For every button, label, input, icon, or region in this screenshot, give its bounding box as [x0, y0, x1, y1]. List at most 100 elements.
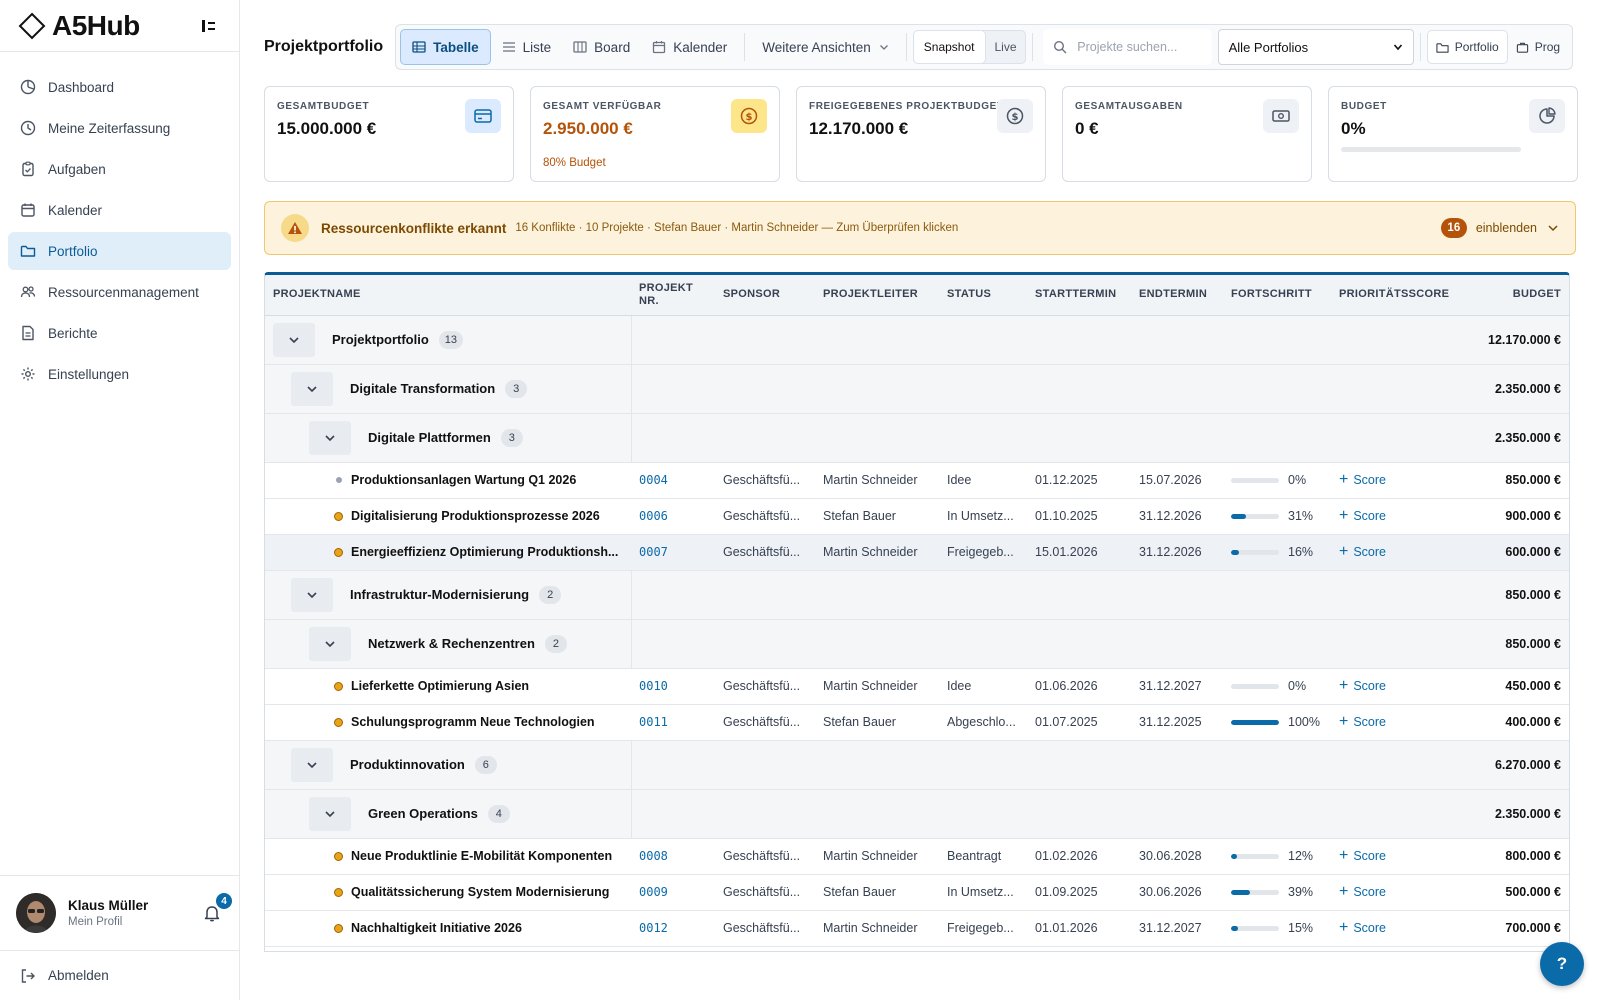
add-score-button[interactable]: + Score: [1339, 884, 1453, 900]
mode-live-button[interactable]: Live: [985, 31, 1026, 63]
column-header-fortschritt[interactable]: FORTSCHRITT: [1223, 275, 1331, 316]
column-header-starttermin[interactable]: STARTTERMIN: [1027, 275, 1131, 316]
project-nr-link[interactable]: 0004: [639, 473, 668, 487]
table-row[interactable]: Neue Produktlinie E-Mobilität Komponente…: [265, 838, 1569, 875]
group-collapse-toggle[interactable]: [291, 747, 333, 782]
group-collapse-toggle[interactable]: [309, 626, 351, 661]
project-name-cell: Digitalisierung Produktionsprozesse 2026: [265, 498, 631, 535]
sidebar-item-berichte[interactable]: Berichte: [8, 314, 231, 352]
column-header-endtermin[interactable]: ENDTERMIN: [1131, 275, 1223, 316]
sidebar-item-einstellungen[interactable]: Einstellungen: [8, 355, 231, 393]
column-header-prioritaetsscore[interactable]: PRIORITÄTSSCORE: [1331, 275, 1461, 316]
project-nr-cell[interactable]: 0010: [631, 668, 715, 705]
tab-board[interactable]: Board: [562, 29, 641, 65]
group-collapse-toggle[interactable]: [309, 420, 351, 455]
table-row[interactable]: Lieferkette Optimierung Asien 0010 Geschäf…: [265, 668, 1569, 705]
add-score-button[interactable]: + Score: [1339, 472, 1453, 488]
group-collapse-toggle[interactable]: [291, 577, 333, 612]
sidebar-item-dashboard[interactable]: Dashboard: [8, 68, 231, 106]
project-name[interactable]: Neue Produktlinie E-Mobilität Komponente…: [351, 849, 612, 863]
group-collapse-toggle[interactable]: [309, 796, 351, 831]
add-score-button[interactable]: + Score: [1339, 544, 1453, 560]
project-nr-cell[interactable]: 0004: [631, 462, 715, 499]
column-header-projekt-nr[interactable]: PROJEKT NR.: [631, 275, 715, 316]
add-score-button[interactable]: + Score: [1339, 678, 1453, 694]
project-nr-link[interactable]: 0008: [639, 849, 668, 863]
project-name[interactable]: Qualitätssicherung System Modernisierung: [351, 885, 609, 899]
project-nr-cell[interactable]: 0008: [631, 838, 715, 875]
add-score-button[interactable]: + Score: [1339, 508, 1453, 524]
sidebar-collapse-button[interactable]: [197, 14, 221, 38]
notifications-button[interactable]: 4: [200, 893, 232, 925]
sidebar-item-kalender[interactable]: Kalender: [8, 191, 231, 229]
group-collapse-toggle[interactable]: [291, 371, 333, 406]
portfolio-select[interactable]: Alle Portfolios: [1217, 29, 1414, 65]
resource-conflict-alert[interactable]: Ressourcenkonflikte erkannt 16 Konflikte…: [264, 201, 1576, 255]
add-score-button[interactable]: + Score: [1339, 920, 1453, 936]
project-name[interactable]: Lieferkette Optimierung Asien: [351, 679, 529, 693]
scope-portfolio-button[interactable]: Portfolio: [1426, 30, 1508, 64]
group-collapse-toggle[interactable]: [273, 322, 315, 357]
project-name[interactable]: Digitalisierung Produktionsprozesse 2026: [351, 509, 600, 523]
project-name[interactable]: Energieeffizienz Optimierung Produktions…: [351, 545, 618, 559]
progress-cell: 100%: [1223, 704, 1331, 741]
progress-cell: 0%: [1223, 668, 1331, 705]
project-nr-cell[interactable]: 0007: [631, 534, 715, 571]
table-row[interactable]: Nachhaltigkeit Initiative 2026 0012 Geschä…: [265, 910, 1569, 947]
sidebar-item-portfolio[interactable]: Portfolio: [8, 232, 231, 270]
sidebar-item-zeiterfassung[interactable]: Meine Zeiterfassung: [8, 109, 231, 147]
project-name[interactable]: Schulungsprogramm Neue Technologien: [351, 715, 595, 729]
add-score-button[interactable]: + Score: [1339, 714, 1453, 730]
column-header-projektname[interactable]: PROJEKTNAME: [265, 275, 631, 316]
project-nr-cell[interactable]: 0011: [631, 704, 715, 741]
table-row[interactable]: Qualitätssicherung System Modernisierung…: [265, 874, 1569, 911]
project-lead-cell: Martin Schneider: [815, 462, 939, 499]
warning-icon: [281, 214, 309, 242]
project-nr-link[interactable]: 0010: [639, 679, 668, 693]
project-name[interactable]: Nachhaltigkeit Initiative 2026: [351, 921, 522, 935]
column-header-projektleiter[interactable]: PROJEKTLEITER: [815, 275, 939, 316]
sidebar-item-ressourcenmanagement[interactable]: Ressourcenmanagement: [8, 273, 231, 311]
table-row[interactable]: Produktionsanlagen Wartung Q1 2026 0004 Ge…: [265, 462, 1569, 499]
project-nr-link[interactable]: 0007: [639, 545, 668, 559]
tab-kalender[interactable]: Kalender: [641, 29, 738, 65]
group-row: Digitale Transformation 3 2.350.000 €: [265, 364, 1569, 414]
alert-expand-button[interactable]: 16 einblenden: [1440, 218, 1559, 238]
app-logo[interactable]: A5Hub: [0, 0, 239, 52]
project-nr-cell[interactable]: 0009: [631, 874, 715, 911]
table-row[interactable]: Energieeffizienz Optimierung Produktions…: [265, 534, 1569, 571]
mode-snapshot-button[interactable]: Snapshot: [913, 31, 985, 63]
progress-bar: [1231, 853, 1279, 859]
project-nr-link[interactable]: 0012: [639, 921, 668, 935]
mode-toggle: Snapshot Live: [912, 30, 1027, 64]
project-nr-link[interactable]: 0011: [639, 715, 668, 729]
project-nr-cell[interactable]: 0006: [631, 498, 715, 535]
search-input[interactable]: Projekte suchen...: [1043, 29, 1212, 65]
sidebar-item-aufgaben[interactable]: Aufgaben: [8, 150, 231, 188]
tab-tabelle[interactable]: Tabelle: [400, 29, 491, 65]
cash-icon: [1263, 99, 1299, 133]
more-views-dropdown[interactable]: Weitere Ansichten: [751, 29, 900, 65]
add-score-button[interactable]: + Score: [1339, 848, 1453, 864]
project-nr-link[interactable]: 0006: [639, 509, 668, 523]
project-nr-link[interactable]: 0009: [639, 885, 668, 899]
project-nr-cell[interactable]: 0012: [631, 910, 715, 947]
help-button[interactable]: ?: [1540, 942, 1584, 986]
logout-button[interactable]: Abmelden: [0, 950, 240, 1000]
kpi-subtext: 80% Budget: [543, 157, 606, 169]
user-profile-link[interactable]: Mein Profil: [68, 916, 148, 928]
table-row[interactable]: Schulungsprogramm Neue Technologien 0011 G…: [265, 704, 1569, 741]
project-name[interactable]: Produktionsanlagen Wartung Q1 2026: [351, 473, 576, 487]
notification-count-badge: 4: [216, 893, 232, 909]
progress-bar-fill: [1231, 549, 1239, 555]
scope-program-button[interactable]: Prog: [1508, 30, 1568, 64]
pie-chart-icon: [1529, 99, 1565, 133]
user-profile[interactable]: Klaus Müller Mein Profil 4: [0, 876, 240, 950]
table-row[interactable]: Digitalisierung Produktionsprozesse 2026…: [265, 498, 1569, 535]
column-header-status[interactable]: STATUS: [939, 275, 1027, 316]
budget-cell: 600.000 €: [1461, 534, 1569, 571]
column-header-sponsor[interactable]: SPONSOR: [715, 275, 815, 316]
progress-cell: 12%: [1223, 838, 1331, 875]
tab-liste[interactable]: Liste: [491, 29, 563, 65]
column-header-budget[interactable]: BUDGET: [1461, 275, 1569, 316]
